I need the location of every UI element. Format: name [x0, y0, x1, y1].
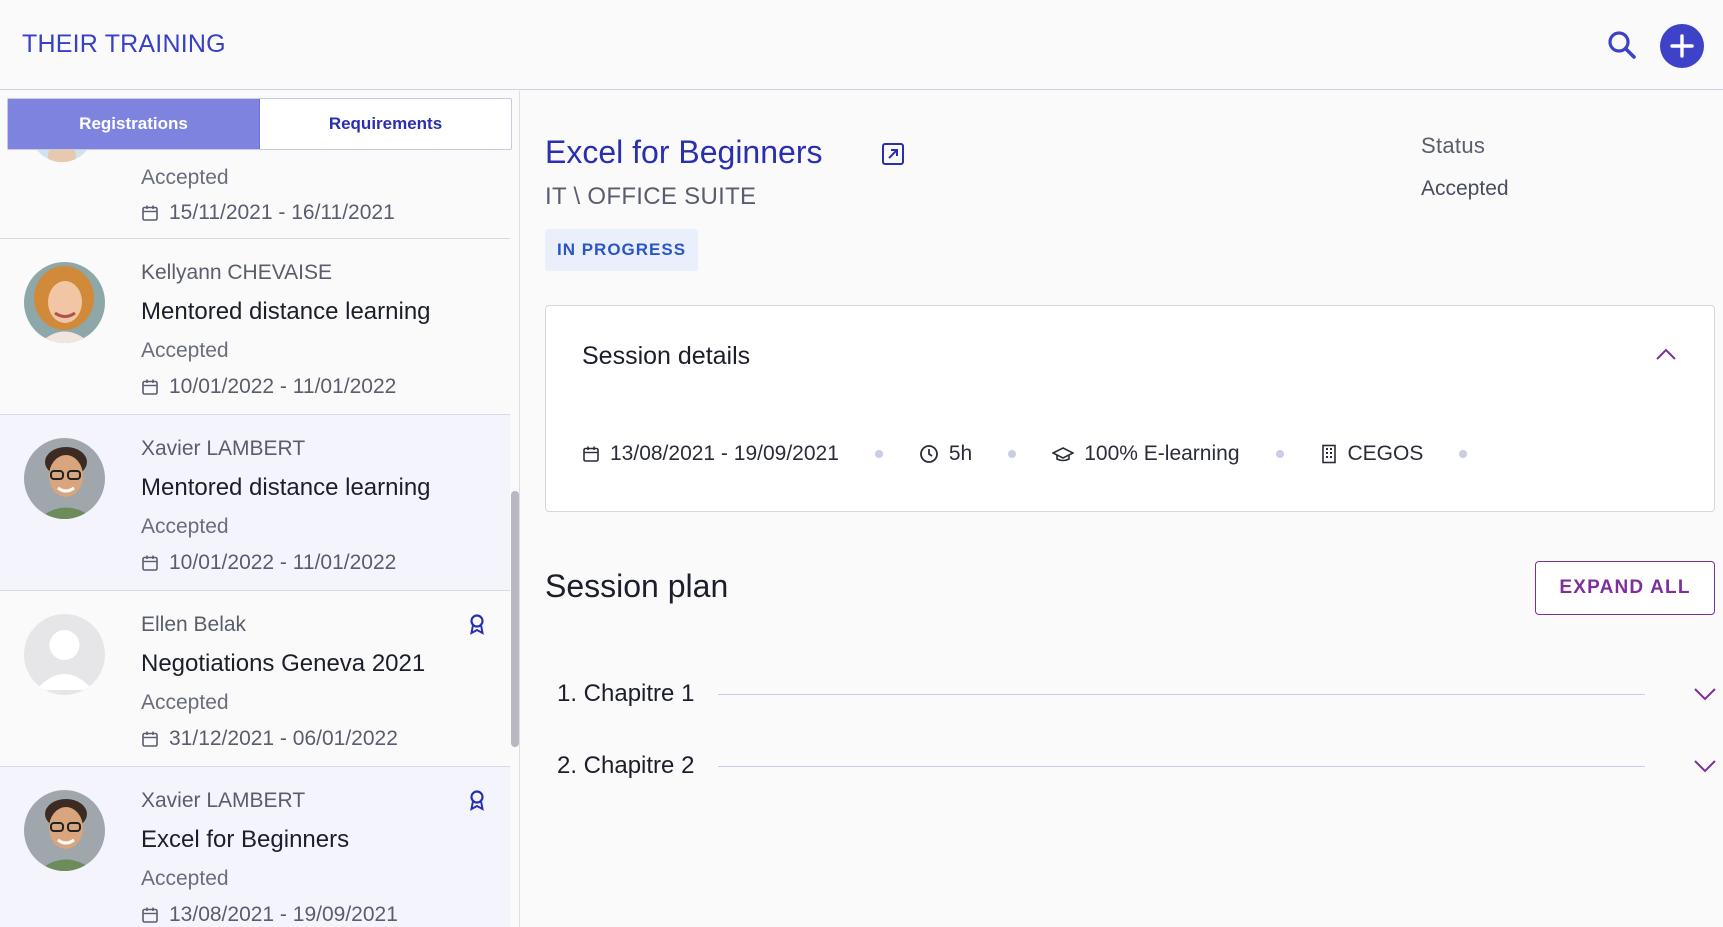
registration-item[interactable]: Xavier LAMBERT Excel for Beginners Accep…: [0, 767, 510, 927]
date-range: 13/08/2021 - 19/09/2021: [169, 903, 398, 926]
learner-name: Xavier LAMBERT: [141, 789, 306, 812]
tab-bar: Registrations Requirements: [7, 98, 512, 150]
date-range: 15/11/2021 - 16/11/2021: [169, 201, 395, 224]
graduation-cap-icon: [1052, 447, 1075, 462]
open-external-icon[interactable]: [881, 142, 905, 166]
provider-value: CEGOS: [1347, 442, 1424, 465]
calendar-icon: [142, 907, 158, 923]
status-badge: IN PROGRESS: [545, 229, 699, 271]
tab-registrations[interactable]: Registrations: [8, 99, 260, 149]
avatar: [24, 262, 105, 343]
chevron-down-icon[interactable]: [1693, 687, 1717, 701]
certificate-icon: [470, 790, 484, 811]
session-details-row: 13/08/2021 - 19/09/2021 5h 100% E-learni…: [582, 442, 1503, 466]
add-button[interactable]: [1660, 24, 1704, 68]
course-name: Mentored distance learning: [141, 298, 431, 325]
separator-dot: [1008, 450, 1017, 458]
registration-status: Accepted: [141, 166, 229, 189]
separator-dot: [1459, 450, 1468, 458]
chapter-row[interactable]: 1. Chapitre 1: [557, 674, 1717, 714]
app-root: THEIR TRAINING Registrations Requirement…: [0, 0, 1723, 927]
registration-item[interactable]: Xavier LAMBERT Mentored distance learnin…: [0, 415, 510, 591]
separator-dot: [1275, 450, 1284, 458]
registration-item[interactable]: Kellyann CHEVAISE Mentored distance lear…: [0, 239, 510, 415]
registration-dates: 15/11/2021 - 16/11/2021: [141, 201, 395, 225]
course-title: Excel for Beginners: [545, 134, 823, 170]
chapter-label: 1. Chapitre 1: [557, 680, 695, 707]
avatar: [24, 790, 105, 871]
registration-status: Accepted: [141, 691, 229, 714]
chevron-up-icon[interactable]: [1654, 346, 1678, 362]
date-range: 10/01/2022 - 11/01/2022: [169, 375, 397, 398]
registration-list: Accepted 15/11/2021 - 16/11/2021 Kellyan…: [0, 98, 510, 927]
separator-dot: [874, 450, 883, 458]
status-label: Status: [1421, 133, 1486, 158]
calendar-icon: [583, 446, 599, 462]
chapter-divider: [718, 765, 1645, 767]
session-details-card: Session details 13/08/2021 - 19/09/2021 …: [545, 305, 1715, 512]
list-scrollbar[interactable]: [511, 491, 519, 747]
calendar-icon: [142, 555, 158, 571]
date-range: 31/12/2021 - 06/01/2022: [169, 727, 398, 750]
top-header: THEIR TRAINING: [0, 0, 1723, 90]
avatar: [24, 614, 105, 695]
course-name: Excel for Beginners: [141, 826, 350, 853]
calendar-icon: [142, 379, 158, 395]
session-date-range: 13/08/2021 - 19/09/2021: [610, 442, 839, 465]
session-plan-title: Session plan: [545, 568, 729, 604]
session-dates: 13/08/2021 - 19/09/2021: [582, 442, 839, 466]
building-icon: [1321, 444, 1336, 464]
expand-all-button[interactable]: EXPAND ALL: [1535, 561, 1715, 615]
registration-item[interactable]: Ellen Belak Negotiations Geneva 2021 Acc…: [0, 591, 510, 767]
learner-name: Xavier LAMBERT: [141, 437, 306, 460]
calendar-icon: [142, 731, 158, 747]
course-detail-panel: Excel for Beginners IT \ OFFICE SUITE IN…: [521, 91, 1723, 927]
avatar: [24, 438, 105, 519]
session-modality: 100% E-learning: [1052, 442, 1240, 466]
registration-item[interactable]: Accepted 15/11/2021 - 16/11/2021: [0, 98, 510, 239]
chapter-divider: [718, 693, 1645, 695]
registrations-panel: Registrations Requirements Accepted 15/1…: [0, 91, 520, 927]
course-breadcrumb: IT \ OFFICE SUITE: [545, 183, 757, 210]
registration-dates: 10/01/2022 - 11/01/2022: [141, 551, 396, 575]
certificate-icon: [470, 614, 484, 635]
registration-dates: 13/08/2021 - 19/09/2021: [141, 903, 398, 927]
chevron-down-icon[interactable]: [1693, 759, 1717, 773]
calendar-icon: [142, 205, 158, 221]
duration-value: 5h: [948, 442, 973, 465]
learner-name: Kellyann CHEVAISE: [141, 261, 333, 284]
search-icon[interactable]: [1605, 28, 1639, 62]
registration-dates: 31/12/2021 - 06/01/2022: [141, 727, 398, 751]
app-title: THEIR TRAINING: [22, 30, 226, 58]
modality-value: 100% E-learning: [1084, 442, 1240, 465]
registration-status: Accepted: [141, 515, 229, 538]
chapter-row[interactable]: 2. Chapitre 2: [557, 746, 1717, 786]
chapter-label: 2. Chapitre 2: [557, 752, 695, 779]
clock-icon: [919, 445, 938, 463]
learner-name: Ellen Belak: [141, 613, 247, 636]
date-range: 10/01/2022 - 11/01/2022: [169, 551, 397, 574]
plus-icon: [1670, 34, 1694, 58]
session-duration: 5h: [919, 442, 972, 466]
registration-status: Accepted: [141, 867, 229, 890]
course-name: Mentored distance learning: [141, 474, 431, 501]
registration-dates: 10/01/2022 - 11/01/2022: [141, 375, 396, 399]
tab-requirements[interactable]: Requirements: [260, 99, 511, 149]
session-provider: CEGOS: [1320, 442, 1424, 466]
status-value: Accepted: [1421, 177, 1509, 200]
session-details-title: Session details: [582, 342, 751, 370]
course-name: Negotiations Geneva 2021: [141, 650, 426, 677]
registration-status: Accepted: [141, 339, 229, 362]
